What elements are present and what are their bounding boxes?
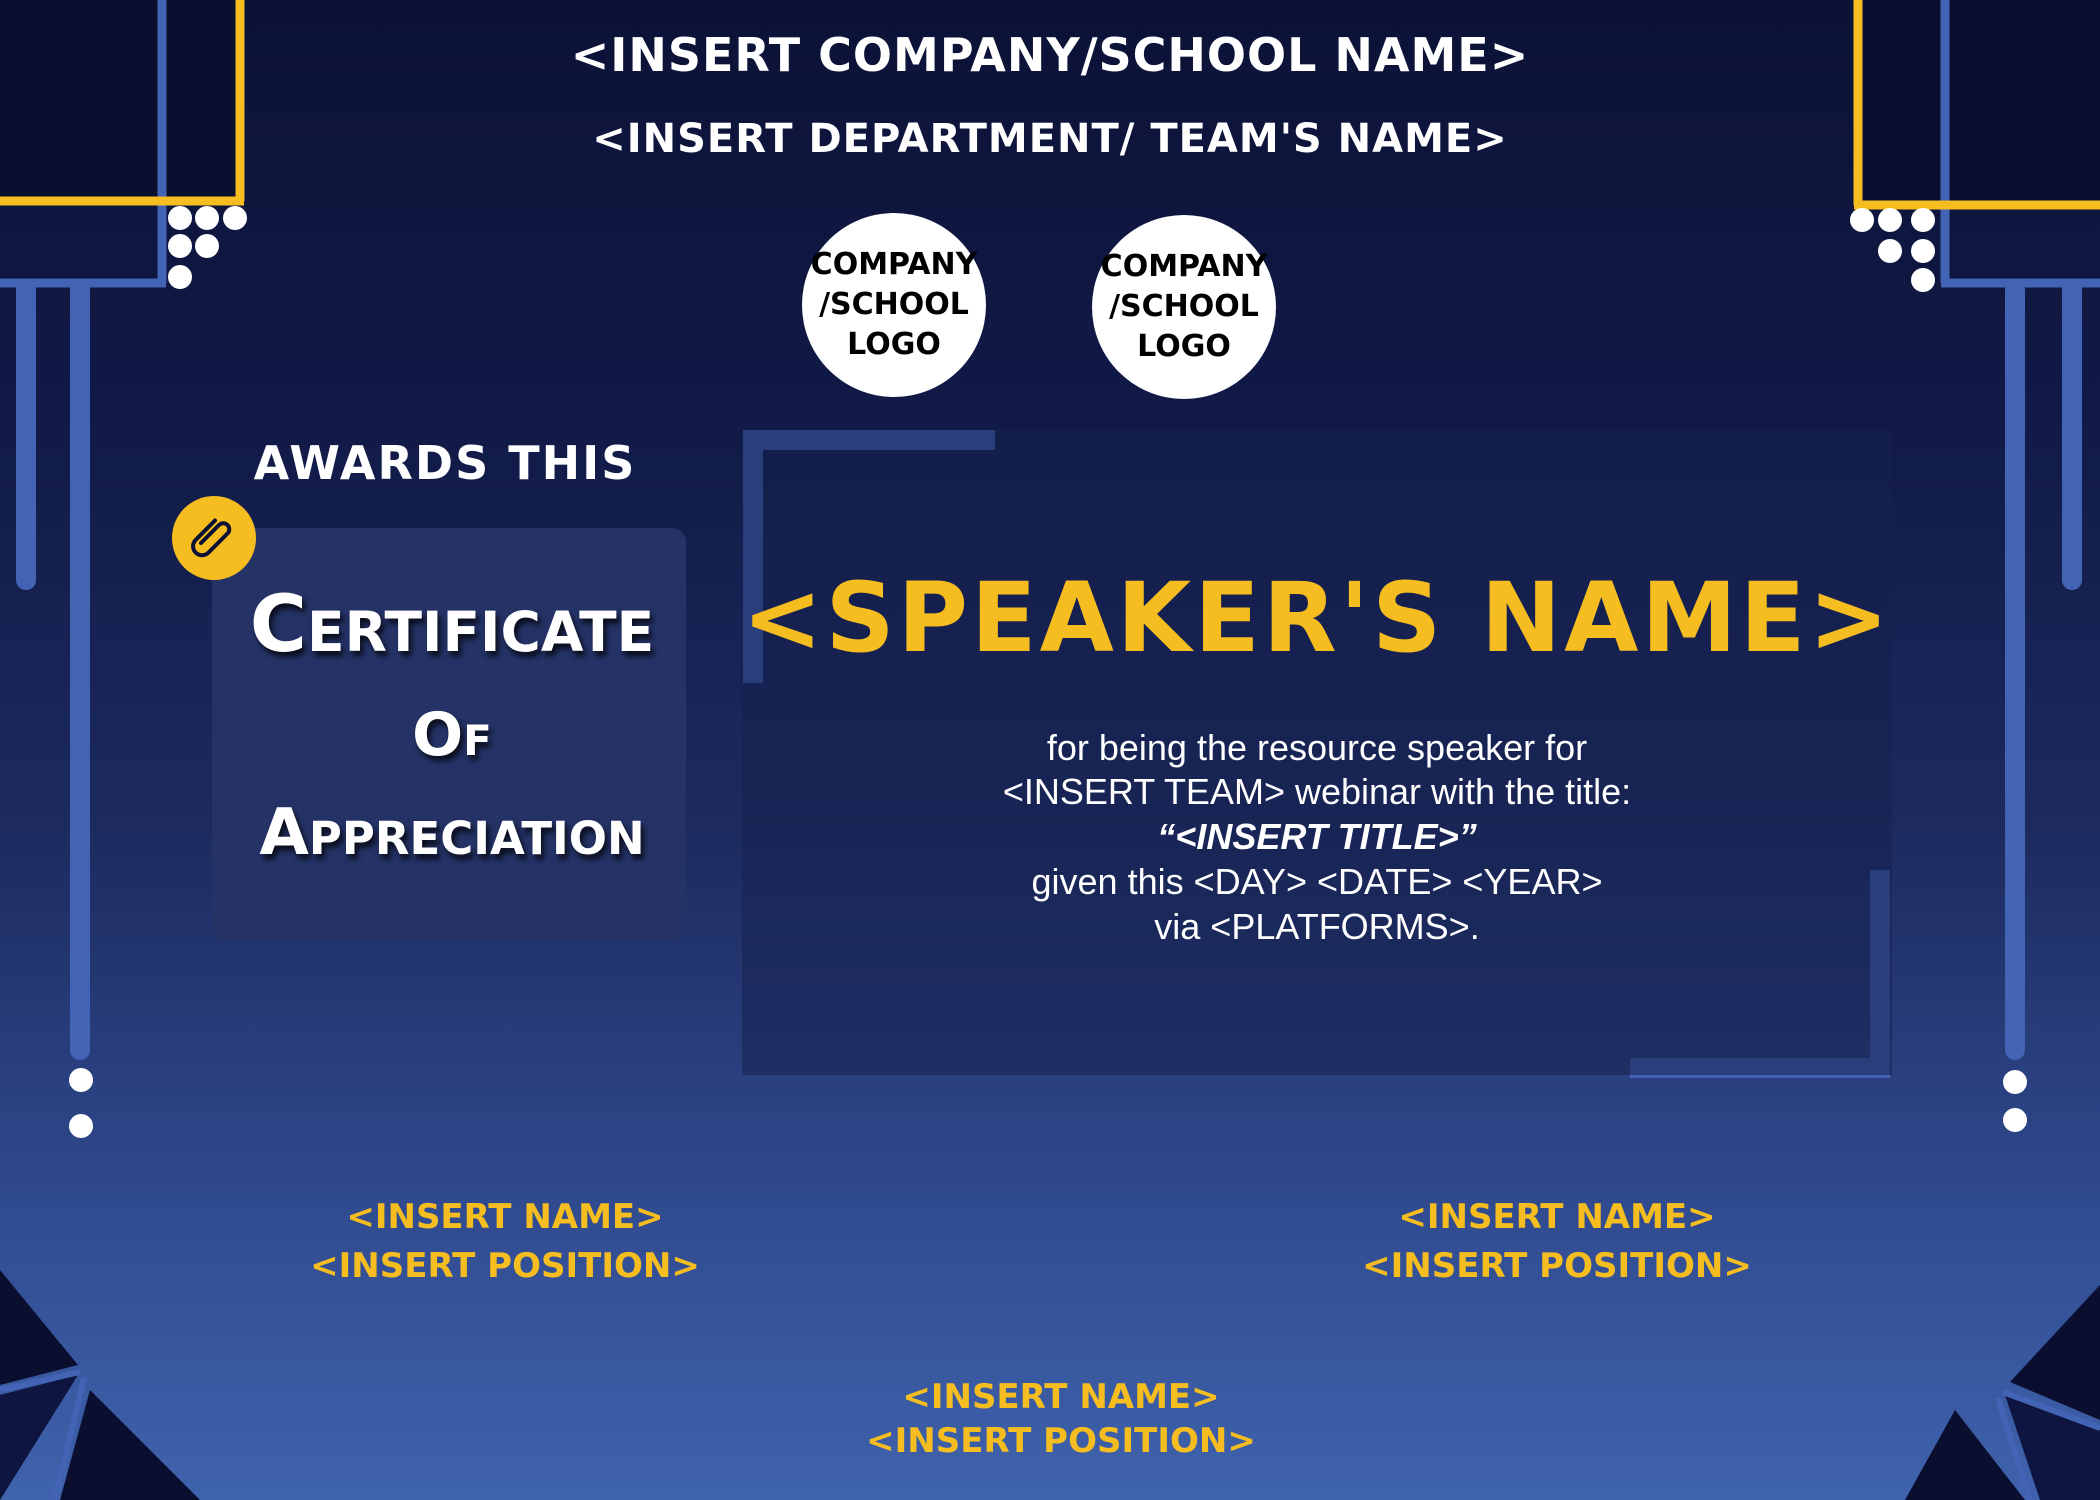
signatory-1-position: <INSERT POSITION> [310, 1246, 700, 1286]
left-dot-2 [69, 1114, 93, 1138]
paperclip-icon [172, 496, 256, 580]
company-logo-1: COMPANY /SCHOOL LOGO [802, 213, 986, 397]
certificate-title-line-3: Appreciation [259, 796, 645, 870]
company-name-heading: <INSERT COMPANY/SCHOOL NAME> [570, 28, 1530, 82]
certificate-page: <INSERT COMPANY/SCHOOL NAME> <INSERT DEP… [0, 0, 2100, 1500]
department-name-heading: <INSERT DEPARTMENT/ TEAM'S NAME> [592, 116, 1508, 162]
body-line-1: for being the resource speaker for [1046, 727, 1588, 768]
dots-tl [168, 206, 247, 289]
body-line-2: <INSERT TEAM> webinar with the title: [1002, 771, 1632, 812]
speaker-name: <SPEAKER'S NAME> [742, 562, 1892, 674]
triangles-br [1905, 1285, 2100, 1500]
company-logo-2: COMPANY /SCHOOL LOGO [1092, 215, 1276, 399]
awards-this-text: AWARDS THIS [253, 436, 637, 490]
right-dot-2 [2003, 1108, 2027, 1132]
certificate-title-line-2: Of [412, 700, 492, 770]
triangles-bl [0, 1270, 200, 1500]
signatory-2-name: <INSERT NAME> [1398, 1197, 1716, 1237]
certificate-title-line-1: Certificate [249, 580, 655, 670]
paperclip-glyph [191, 518, 232, 558]
signatory-3-position: <INSERT POSITION> [866, 1421, 1256, 1461]
body-line-5: via <PLATFORMS>. [1154, 906, 1480, 947]
right-dot-1 [2003, 1070, 2027, 1094]
left-dot-1 [69, 1068, 93, 1092]
signatory-3-name: <INSERT NAME> [902, 1377, 1220, 1417]
dots-tr [1850, 208, 1935, 292]
signatory-2-position: <INSERT POSITION> [1362, 1246, 1752, 1286]
body-line-4: given this <DAY> <DATE> <YEAR> [1031, 861, 1603, 902]
webinar-title: “<INSERT TITLE>” [1157, 816, 1477, 857]
signatory-1-name: <INSERT NAME> [346, 1197, 664, 1237]
